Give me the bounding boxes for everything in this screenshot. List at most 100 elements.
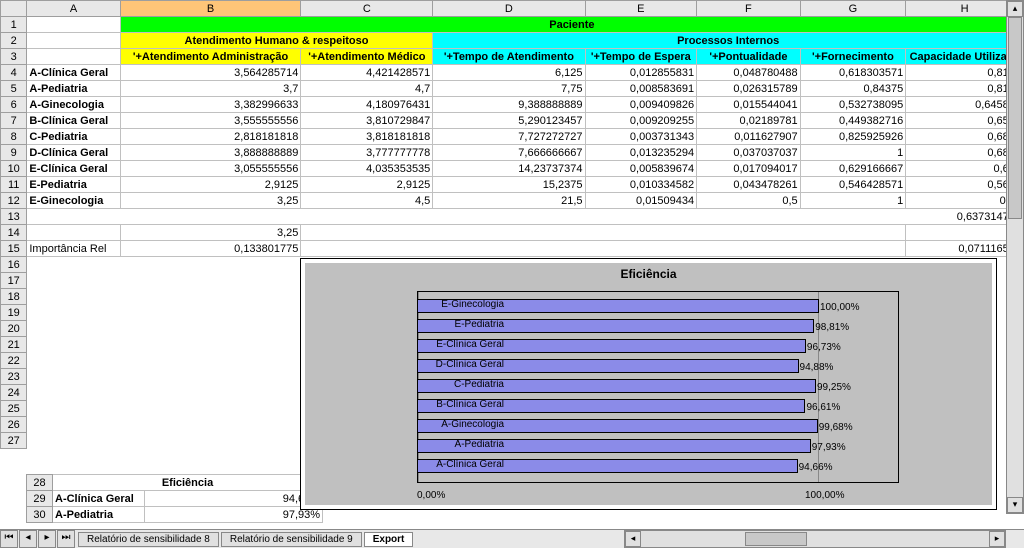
cell[interactable]: 4,421428571 [301, 65, 433, 81]
row-header[interactable]: 7 [1, 113, 27, 129]
cell-proc-header[interactable]: Processos Internos [433, 33, 1024, 49]
cell[interactable]: 0,449382716 [800, 113, 906, 129]
cell[interactable]: 3,777777778 [301, 145, 433, 161]
cell[interactable]: E-Pediatria [27, 177, 120, 193]
row-header[interactable]: 14 [1, 225, 27, 241]
row-header[interactable]: 18 [1, 289, 27, 305]
cell[interactable]: 2,9125 [120, 177, 301, 193]
row-header[interactable]: 28 [27, 475, 53, 491]
row-header[interactable]: 15 [1, 241, 27, 257]
cell[interactable]: A-Clínica Geral [53, 491, 145, 507]
cell[interactable]: 0,629166667 [800, 161, 906, 177]
cell[interactable]: 97,93% [145, 507, 323, 523]
cell[interactable] [301, 225, 906, 241]
row-header[interactable]: 22 [1, 353, 27, 369]
cell[interactable]: 5,290123457 [433, 113, 585, 129]
col-header-C[interactable]: C [301, 1, 433, 17]
cell[interactable]: 0,003731343 [585, 129, 697, 145]
cell[interactable]: 0,009409826 [585, 97, 697, 113]
select-all-corner[interactable] [1, 1, 27, 17]
cell[interactable]: 3,564285714 [120, 65, 301, 81]
col-header-F[interactable]: F [697, 1, 801, 17]
sheet-tab[interactable]: Export [364, 532, 414, 547]
cell[interactable]: 3,555555556 [120, 113, 301, 129]
cell[interactable]: C-Pediatria [27, 129, 120, 145]
row-header[interactable]: 9 [1, 145, 27, 161]
cell[interactable]: B-Clínica Geral [27, 113, 120, 129]
cell[interactable]: E-Ginecologia [27, 193, 120, 209]
cell[interactable]: 4,035353535 [301, 161, 433, 177]
cell[interactable]: A-Clínica Geral [27, 65, 120, 81]
cell[interactable]: 4,7 [301, 81, 433, 97]
cell[interactable]: 0,017094017 [697, 161, 801, 177]
cell[interactable]: 3,25 [120, 193, 301, 209]
cell[interactable] [27, 49, 120, 65]
cell[interactable]: D-Clínica Geral [27, 145, 120, 161]
vertical-scrollbar[interactable]: ▴ ▾ [1006, 0, 1024, 514]
cell[interactable]: 0,546428571 [800, 177, 906, 193]
cell[interactable]: 3,055555556 [120, 161, 301, 177]
cell[interactable]: 7,75 [433, 81, 585, 97]
cell[interactable]: 3,888888889 [120, 145, 301, 161]
cell[interactable]: Importância Rel [27, 241, 120, 257]
cell[interactable]: 3,810729847 [301, 113, 433, 129]
cell[interactable]: A-Pediatria [53, 507, 145, 523]
cell[interactable]: 1 [800, 193, 906, 209]
scroll-up-button[interactable]: ▴ [1007, 1, 1023, 17]
row-header[interactable]: 13 [1, 209, 27, 225]
cell[interactable]: 6,125 [433, 65, 585, 81]
row-header[interactable]: 2 [1, 33, 27, 49]
row-header[interactable]: 24 [1, 385, 27, 401]
cell[interactable] [27, 33, 120, 49]
col-header-E[interactable]: E [585, 1, 697, 17]
cell[interactable]: 3,7 [120, 81, 301, 97]
row-header[interactable]: 19 [1, 305, 27, 321]
row-header[interactable]: 6 [1, 97, 27, 113]
cell[interactable]: 15,2375 [433, 177, 585, 193]
cell[interactable]: 7,727272727 [433, 129, 585, 145]
row-header[interactable]: 11 [1, 177, 27, 193]
row-header[interactable]: 5 [1, 81, 27, 97]
tab-next-button[interactable]: ▸ [38, 530, 56, 548]
cell[interactable]: 0,037037037 [697, 145, 801, 161]
cell[interactable]: 4,5 [301, 193, 433, 209]
cell[interactable]: 0,01509434 [585, 193, 697, 209]
cell[interactable]: 0,011627907 [697, 129, 801, 145]
cell[interactable]: 0,618303571 [800, 65, 906, 81]
cell[interactable]: 94,66% [145, 491, 323, 507]
cell[interactable]: 0,015544041 [697, 97, 801, 113]
cell[interactable]: 0,5 [697, 193, 801, 209]
row-header[interactable]: 1 [1, 17, 27, 33]
cell[interactable]: 0,02189781 [697, 113, 801, 129]
cell[interactable]: 7,666666667 [433, 145, 585, 161]
cell[interactable]: 2,9125 [301, 177, 433, 193]
cell[interactable]: 9,388888889 [433, 97, 585, 113]
sheet-tab[interactable]: Relatório de sensibilidade 8 [78, 532, 219, 547]
cell-h3-d[interactable]: '+Tempo de Atendimento [433, 49, 585, 65]
cell[interactable]: 0,010334582 [585, 177, 697, 193]
cell[interactable]: 0,013235294 [585, 145, 697, 161]
cell[interactable]: 2,818181818 [120, 129, 301, 145]
cell[interactable] [27, 225, 120, 241]
cell-atend-header[interactable]: Atendimento Humano & respeitoso [120, 33, 433, 49]
row-header[interactable]: 20 [1, 321, 27, 337]
scroll-down-button[interactable]: ▾ [1007, 497, 1023, 513]
eff-header-cell[interactable]: Eficiência [53, 475, 323, 491]
row-header[interactable]: 29 [27, 491, 53, 507]
cell[interactable]: A-Pediatria [27, 81, 120, 97]
cell[interactable]: 3,25 [120, 225, 301, 241]
row-header[interactable]: 4 [1, 65, 27, 81]
cell-h3-e[interactable]: '+Tempo de Espera [585, 49, 697, 65]
cell[interactable]: 0,048780488 [697, 65, 801, 81]
row-header[interactable]: 16 [1, 257, 27, 273]
scroll-right-button[interactable]: ▸ [989, 531, 1005, 547]
row-header[interactable]: 17 [1, 273, 27, 289]
cell[interactable]: 0,532738095 [800, 97, 906, 113]
row-header[interactable]: 3 [1, 49, 27, 65]
row-header[interactable]: 21 [1, 337, 27, 353]
cell[interactable]: 3,818181818 [301, 129, 433, 145]
row-header[interactable]: 30 [27, 507, 53, 523]
cell[interactable] [27, 17, 120, 33]
cell-paciente[interactable]: Paciente [120, 17, 1023, 33]
cell[interactable]: 21,5 [433, 193, 585, 209]
